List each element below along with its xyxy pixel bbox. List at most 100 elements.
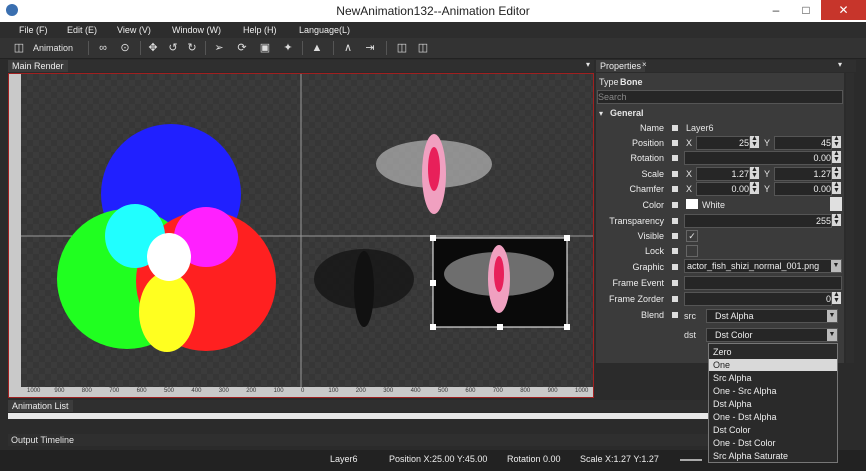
scale-y-input[interactable]: 1.27 — [774, 167, 832, 181]
collapse-icon[interactable]: ▾ — [599, 109, 603, 118]
scale-key-icon[interactable] — [672, 171, 678, 177]
ruler-tick-label: 700 — [109, 388, 120, 394]
rotate-left-icon[interactable]: ↺ — [166, 41, 180, 55]
rotation-input[interactable]: 0.00 — [684, 151, 832, 165]
blend-option[interactable]: One - Dst Color — [709, 437, 837, 449]
rotation-key-icon[interactable] — [672, 155, 678, 161]
tab-output-timeline[interactable]: Output Timeline — [11, 435, 74, 445]
frame-event-key-icon[interactable] — [672, 280, 678, 286]
menu-file[interactable]: File (F) — [19, 25, 48, 35]
animation-list-area[interactable] — [8, 413, 708, 419]
transparency-stepper[interactable]: ▲ ▼ — [832, 213, 841, 226]
import-icon[interactable]: ◫ — [395, 41, 409, 55]
color-key-icon[interactable] — [672, 202, 678, 208]
rotate-right-icon[interactable]: ↻ — [185, 41, 199, 55]
chamfer-y-stepper[interactable]: ▲ ▼ — [832, 181, 841, 194]
menu-help[interactable]: Help (H) — [243, 25, 277, 35]
src-select[interactable]: Dst Alpha ▼ — [706, 309, 838, 323]
scale-x-input[interactable]: 1.27 — [696, 167, 750, 181]
ruler-tick-label: 300 — [218, 388, 229, 394]
next-frame-icon[interactable]: ⇥ — [363, 41, 377, 55]
blend-key-icon[interactable] — [672, 312, 678, 318]
pin-icon[interactable]: ▲ — [310, 41, 324, 55]
dst-select[interactable]: Dst Color ▼ — [706, 328, 838, 342]
position-x-input[interactable]: 25 — [696, 136, 750, 150]
blend-option[interactable]: Dst Alpha — [709, 398, 837, 410]
maximize-button[interactable]: □ — [791, 0, 821, 20]
position-x-stepper[interactable]: ▲ ▼ — [750, 135, 759, 148]
lock-checkbox[interactable] — [686, 245, 698, 257]
blend-option[interactable]: Zero — [709, 346, 837, 358]
chamfer-x-label: X — [686, 184, 693, 194]
animation-icon[interactable]: ◫ — [12, 41, 26, 55]
position-y-input[interactable]: 45 — [774, 136, 832, 150]
properties-panel: Type Bone Search ▾ General Name Layer6 P… — [596, 73, 844, 363]
position-key-icon[interactable] — [672, 140, 678, 146]
chamfer-x-input[interactable]: 0.00 — [696, 182, 750, 196]
select-icon[interactable]: ➢ — [212, 41, 226, 55]
transparency-input[interactable]: 255 — [684, 214, 832, 228]
graphic-select[interactable]: actor_fish_shizi_normal_001.png ▼ — [684, 259, 842, 273]
main-render-header: Main Render ▾ — [8, 60, 594, 72]
name-value[interactable]: Layer6 — [686, 123, 714, 133]
blend-option[interactable]: Dst Color — [709, 424, 837, 436]
title-bar: NewAnimation132--Animation Editor – □ ✕ — [0, 0, 866, 22]
frame-zorder-input[interactable]: 0 — [684, 292, 832, 306]
properties-scrollbar[interactable] — [846, 73, 854, 363]
close-button[interactable]: ✕ — [821, 0, 866, 20]
rotation-stepper[interactable]: ▲ ▼ — [832, 150, 841, 163]
src-label: src — [684, 311, 696, 321]
scale-icon[interactable]: ▣ — [258, 41, 272, 55]
blend-option[interactable]: One - Dst Alpha — [709, 411, 837, 423]
move-icon[interactable]: ✥ — [146, 41, 160, 55]
animation-label[interactable]: Animation — [33, 43, 73, 53]
frame-zorder-key-icon[interactable] — [672, 296, 678, 302]
blend-option[interactable]: Src Alpha Saturate — [709, 450, 837, 462]
ruler-tick-label: 200 — [355, 388, 366, 394]
curve-icon[interactable]: ∧ — [341, 41, 355, 55]
menu-edit[interactable]: Edit (E) — [67, 25, 97, 35]
chamfer-y-label: Y — [764, 184, 771, 194]
scale-x-stepper[interactable]: ▲ ▼ — [750, 166, 759, 179]
tab-main-render[interactable]: Main Render — [8, 60, 68, 72]
sprite-shadow — [314, 249, 414, 327]
blend-option[interactable]: One - Src Alpha — [709, 385, 837, 397]
chamfer-key-icon[interactable] — [672, 186, 678, 192]
transform-icon[interactable]: ⟳ — [235, 41, 249, 55]
bone-tool-icon[interactable]: ✦ — [281, 41, 295, 55]
unlink-icon[interactable]: ⊙ — [118, 41, 132, 55]
name-key-icon[interactable] — [672, 125, 678, 131]
blend-dropdown-list[interactable]: Zero One Src Alpha One - Src Alpha Dst Alpha… — [708, 343, 838, 463]
position-y-stepper[interactable]: ▲ ▼ — [832, 135, 841, 148]
visible-key-icon[interactable] — [672, 233, 678, 239]
color-picker-button[interactable] — [830, 197, 842, 211]
visible-checkbox[interactable]: ✓ — [686, 230, 698, 242]
chamfer-y-input[interactable]: 0.00 — [774, 182, 832, 196]
minimize-button[interactable]: – — [761, 0, 791, 20]
lock-key-icon[interactable] — [672, 248, 678, 254]
render-canvas[interactable]: 1000 900 800 700 600 500 400 300 200 100 0 100 200 30… — [8, 73, 594, 398]
close-tab-icon[interactable]: × — [642, 60, 647, 69]
graphic-key-icon[interactable] — [672, 264, 678, 270]
blend-option[interactable]: Src Alpha — [709, 372, 837, 384]
rotation-label: Rotation — [630, 153, 664, 163]
blend-option[interactable]: One — [709, 359, 837, 371]
zoom-slider[interactable] — [680, 459, 702, 461]
panel-menu-icon[interactable]: ▾ — [586, 60, 590, 69]
scale-y-stepper[interactable]: ▲ ▼ — [832, 166, 841, 179]
chamfer-x-stepper[interactable]: ▲ ▼ — [750, 181, 759, 194]
tab-properties[interactable]: Properties — [596, 60, 646, 72]
search-input[interactable]: Search — [597, 90, 843, 104]
link-icon[interactable]: ∞ — [96, 41, 110, 55]
panel-menu-icon[interactable]: ▾ — [838, 60, 842, 69]
frame-event-input[interactable] — [684, 276, 842, 290]
color-swatch[interactable] — [686, 199, 698, 209]
scale-x-label: X — [686, 169, 693, 179]
frame-zorder-stepper[interactable]: ▲ ▼ — [832, 291, 841, 304]
menu-view[interactable]: View (V) — [117, 25, 151, 35]
menu-language[interactable]: Language(L) — [299, 25, 350, 35]
transparency-key-icon[interactable] — [672, 218, 678, 224]
tab-animation-list[interactable]: Animation List — [8, 400, 73, 412]
menu-window[interactable]: Window (W) — [172, 25, 221, 35]
export-icon[interactable]: ◫ — [416, 41, 430, 55]
